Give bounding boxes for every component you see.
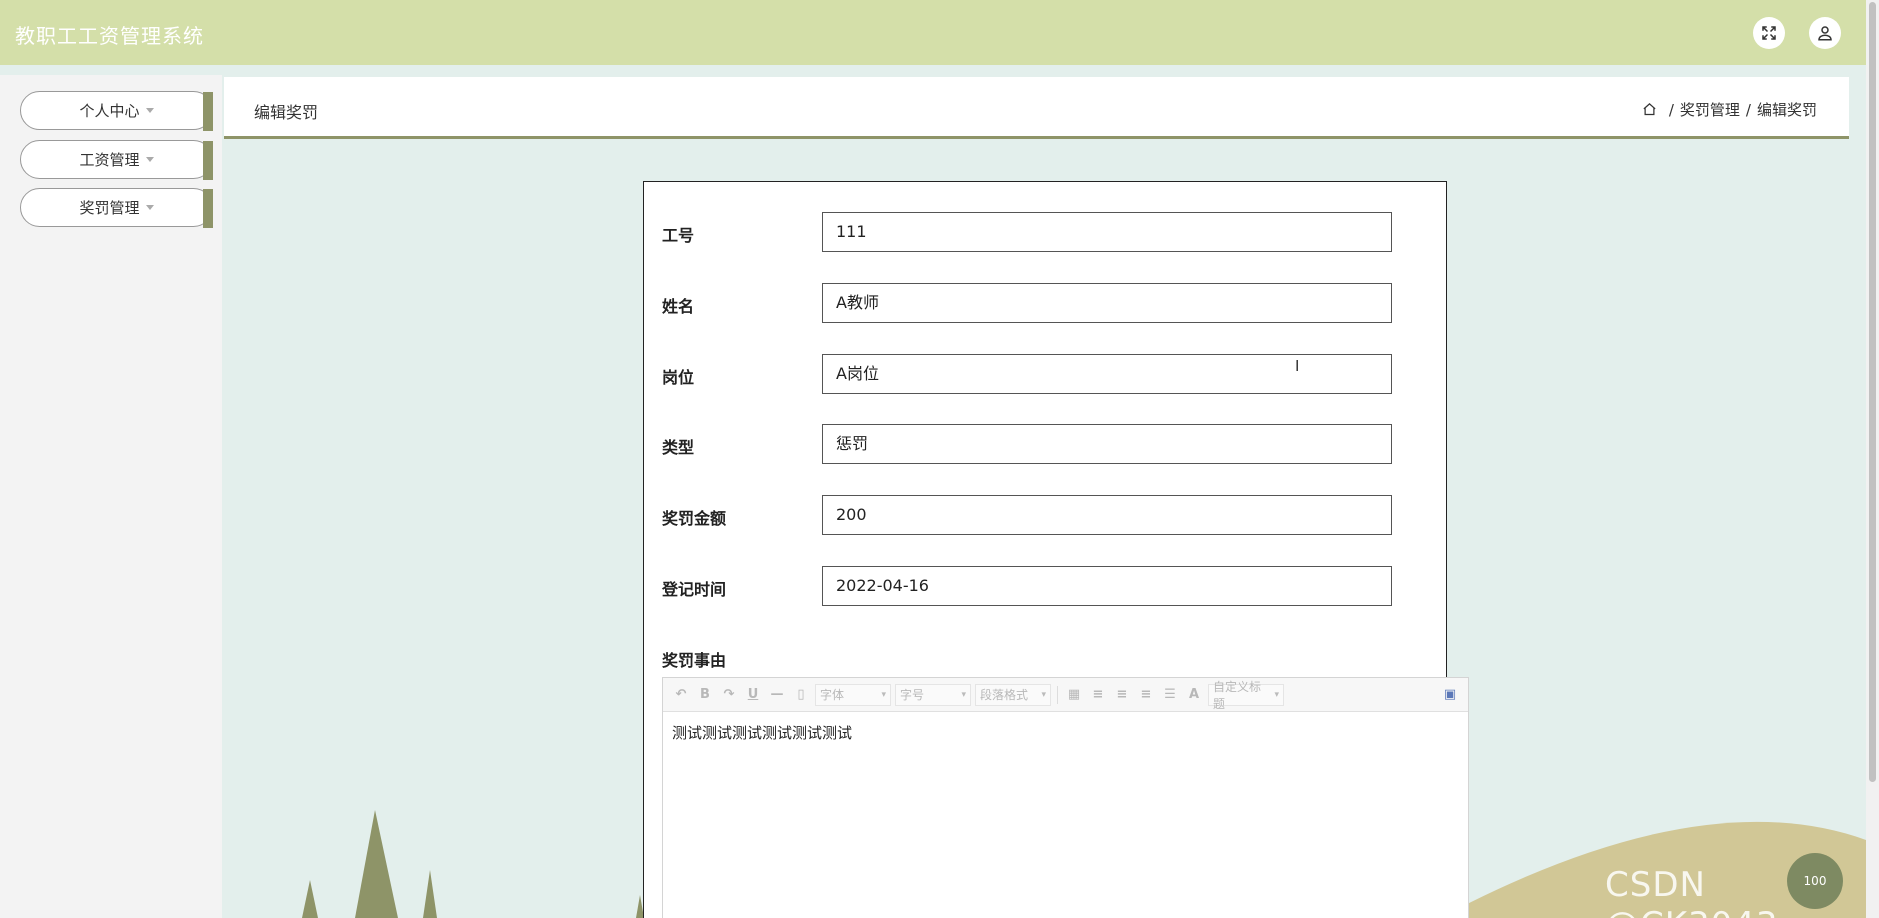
vertical-scrollbar[interactable] (1866, 0, 1879, 918)
type-input[interactable]: 惩罚 (822, 424, 1392, 464)
breadcrumb-separator: / (1745, 100, 1751, 119)
source-view-icon[interactable]: ▣ (1440, 685, 1460, 705)
home-icon[interactable] (1642, 102, 1657, 117)
text-cursor-icon: I (1295, 357, 1300, 375)
sidebar-item-marker (203, 189, 213, 228)
redo-icon[interactable]: ↷ (719, 685, 739, 705)
sidebar-item-personal-center[interactable]: 个人中心 (20, 91, 213, 131)
edit-form-card: 工号 111 姓名 A教师 岗位 A岗位 类型 惩罚 奖罚金额 200 登记时间… (643, 181, 1469, 918)
user-icon (1818, 26, 1832, 41)
sidebar-item-label: 个人中心 (79, 102, 140, 120)
watermark: CSDN @CK3043 (1605, 865, 1778, 918)
editor-toolbar: ↶ B ↷ U — ▯ 字体 字号 段落格式 ▦ ≡ ≡ ≡ ☰ A 自定义标题… (663, 678, 1468, 712)
user-menu-button[interactable] (1809, 17, 1841, 49)
editor-content[interactable]: 测试测试测试测试测试测试 (663, 712, 1468, 753)
name-label: 姓名 (662, 297, 695, 316)
fullscreen-button[interactable] (1753, 17, 1785, 49)
paragraph-format-select[interactable]: 段落格式 (975, 683, 1051, 706)
type-label: 类型 (662, 438, 695, 457)
font-size-select[interactable]: 字号 (895, 683, 971, 706)
top-header: 教职工工资管理系统 (0, 0, 1866, 65)
reason-label: 奖罚事由 (662, 651, 727, 670)
bold-button[interactable]: B (695, 685, 715, 705)
sidebar-item-label: 奖罚管理 (79, 199, 140, 217)
sidebar-item-reward-penalty-management[interactable]: 奖罚管理 (20, 188, 213, 228)
sidebar-item-marker (203, 92, 213, 131)
page-title: 编辑奖罚 (254, 103, 319, 122)
breadcrumb: / 奖罚管理 / 编辑奖罚 (1642, 99, 1817, 120)
sidebar-item-salary-management[interactable]: 工资管理 (20, 140, 213, 180)
page-header: 编辑奖罚 / 奖罚管理 / 编辑奖罚 (224, 77, 1849, 139)
chevron-down-icon (145, 157, 154, 162)
app-title: 教职工工资管理系统 (15, 24, 204, 48)
register-time-input[interactable]: 2022-04-16 (822, 566, 1392, 606)
form-row-type: 类型 惩罚 (662, 424, 1392, 464)
underline-button[interactable]: U (743, 685, 763, 705)
font-family-select[interactable]: 字体 (815, 683, 891, 706)
align-center-icon[interactable]: ≡ (1136, 685, 1156, 705)
sidebar-item-marker (203, 141, 213, 180)
align-justify-icon[interactable]: ☰ (1160, 685, 1180, 705)
custom-title-select[interactable]: 自定义标题 (1208, 680, 1284, 711)
form-row-register-time: 登记时间 2022-04-16 (662, 566, 1392, 606)
employee-id-input[interactable]: 111 (822, 212, 1392, 252)
name-input[interactable]: A教师 (822, 283, 1392, 323)
align-left-icon[interactable]: ≡ (1088, 685, 1108, 705)
breadcrumb-item-reward-penalty[interactable]: 奖罚管理 (1680, 99, 1740, 120)
amount-input[interactable]: 200 (822, 495, 1392, 535)
breadcrumb-separator: / (1668, 100, 1674, 119)
undo-icon[interactable]: ↶ (671, 685, 691, 705)
breadcrumb-item-edit: 编辑奖罚 (1756, 101, 1817, 119)
position-input[interactable]: A岗位 (822, 354, 1392, 394)
sidebar-item-label: 工资管理 (79, 151, 140, 169)
scrollbar-thumb[interactable] (1869, 2, 1876, 782)
form-row-employee-id: 工号 111 (662, 212, 1392, 252)
employee-id-label: 工号 (662, 226, 695, 245)
amount-label: 奖罚金额 (662, 509, 727, 528)
form-row-position: 岗位 A岗位 (662, 354, 1392, 394)
font-color-button[interactable]: A (1184, 685, 1204, 705)
register-time-label: 登记时间 (662, 580, 727, 599)
form-row-name: 姓名 A教师 (662, 283, 1392, 323)
chevron-down-icon (145, 205, 154, 210)
form-row-amount: 奖罚金额 200 (662, 495, 1392, 535)
table-icon[interactable]: ▦ (1064, 685, 1084, 705)
rich-text-editor[interactable]: ↶ B ↷ U — ▯ 字体 字号 段落格式 ▦ ≡ ≡ ≡ ☰ A 自定义标题… (662, 677, 1469, 918)
horizontal-rule-icon[interactable]: — (767, 685, 787, 705)
expand-icon (1762, 26, 1776, 40)
sidebar: 个人中心 工资管理 奖罚管理 (0, 75, 222, 918)
align-right-icon[interactable]: ≡ (1112, 685, 1132, 705)
position-label: 岗位 (662, 368, 695, 387)
clear-format-icon[interactable]: ▯ (791, 685, 811, 705)
chevron-down-icon (145, 108, 154, 113)
toolbar-divider (1057, 685, 1058, 704)
